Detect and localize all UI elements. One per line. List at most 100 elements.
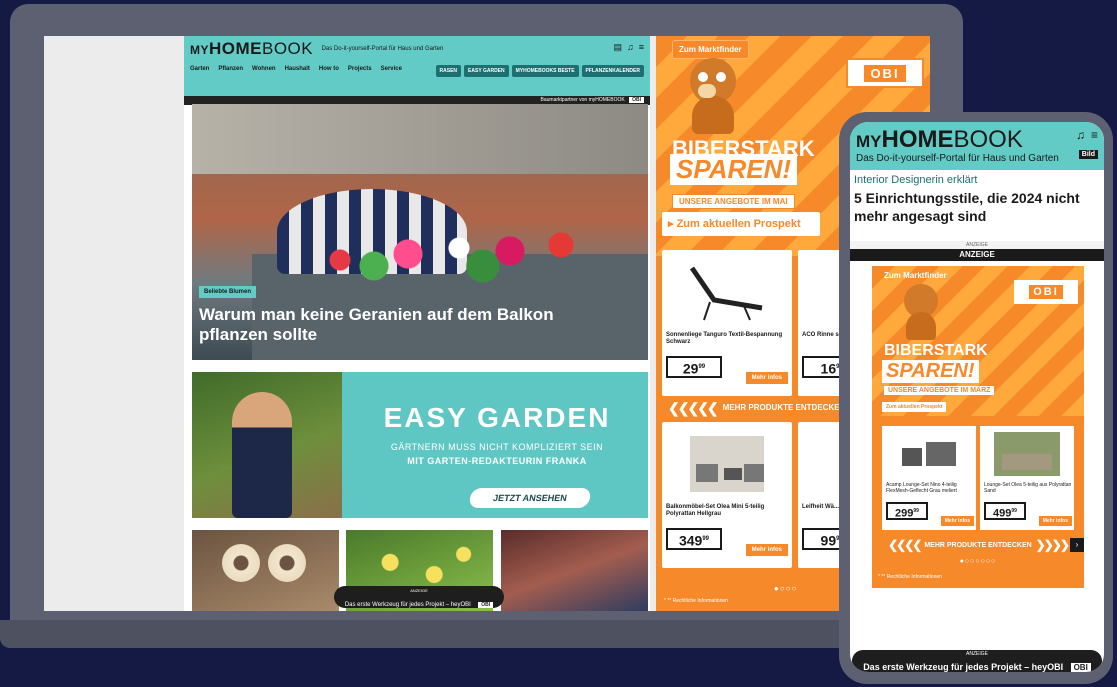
mobile-logo[interactable]: MYHOMEBOOK: [856, 126, 1023, 153]
nav-item-how-to[interactable]: How to: [319, 66, 339, 72]
nav-item-haushalt[interactable]: Haushalt: [285, 66, 310, 72]
topic-pills: RASEN EASY GARDEN MYHOMEBOOKS BESTE PFLA…: [435, 65, 644, 77]
mehr-infos-button[interactable]: Mehr infos: [745, 544, 788, 556]
chevrons-left-icon: ❮❮❮❮❮: [668, 400, 719, 416]
hero-article[interactable]: Beliebte Blumen Warum man keine Geranien…: [192, 104, 648, 360]
menu-icon[interactable]: ≡: [639, 42, 644, 53]
site-logo[interactable]: MYHOMEBOOK: [190, 39, 313, 59]
mobile-tagline: Das Do-it-yourself-Portal für Haus und G…: [856, 153, 1059, 164]
mobile-article-kicker[interactable]: Interior Designerin erklärt: [854, 174, 978, 186]
hero-image-flowers: [272, 224, 612, 284]
header-icons: ▤ ♫ ≡: [613, 42, 644, 53]
bottom-bar-label: ANZEIGE: [966, 651, 988, 657]
main-nav: Garten Pflanzen Wohnen Haushalt How to P…: [190, 66, 402, 72]
bottom-bar-obi-logo: OBI: [478, 602, 494, 608]
menu-icon[interactable]: ≡: [1091, 128, 1098, 142]
mobile-obi-ad[interactable]: Zum Marktfinder OBI BIBERSTARK SPAREN! U…: [872, 266, 1084, 588]
legal-info-link[interactable]: * ** Rechtliche Informationen: [878, 574, 942, 580]
toilet-roll-image: [222, 544, 260, 582]
partner-text: Baumarktpartner von myHOMEBOOK: [540, 97, 625, 103]
product-card[interactable]: Lounge-Set Olea 5-teilig aus Polyrattan …: [980, 426, 1074, 530]
partner-obi-logo[interactable]: OBI: [629, 97, 644, 103]
carousel-dots[interactable]: ●○○○: [774, 584, 797, 593]
nav-item-garten[interactable]: Garten: [190, 66, 209, 72]
easy-garden-subtitle: GÄRTNERN MUSS NICHT KOMPLIZIERT SEIN: [390, 442, 604, 452]
thumbnail-tv-show[interactable]: [501, 530, 648, 611]
prospekt-button[interactable]: ▸ Zum aktuellen Prospekt: [662, 212, 820, 236]
pill-easy-garden[interactable]: EASY GARDEN: [464, 65, 509, 77]
anzeige-label: ANZEIGE: [850, 241, 1104, 249]
pill-myhomebooks-beste[interactable]: MYHOMEBOOKS BESTE: [511, 65, 579, 77]
bell-icon[interactable]: ♫: [627, 42, 634, 53]
hero-image-sky: [192, 104, 648, 174]
mobile-article-headline[interactable]: 5 Einrichtungsstile, die 2024 nicht mehr…: [854, 189, 1094, 225]
easy-garden-banner[interactable]: EASY GARDEN GÄRTNERN MUSS NICHT KOMPLIZI…: [192, 372, 648, 518]
nav-item-pflanzen[interactable]: Pflanzen: [218, 66, 243, 72]
laptop-screen: MYHOMEBOOK Das Do-it-yourself-Portal für…: [44, 36, 930, 611]
mobile-obi-bottom-bar[interactable]: ANZEIGE Das erste Werkzeug für jedes Pro…: [852, 650, 1102, 672]
chevrons-left-icon: ❮❮❮❮: [888, 538, 922, 552]
marktfinder-button[interactable]: Zum Marktfinder: [672, 40, 749, 59]
phone-frame: MYHOMEBOOK ♫ ≡ Bild Das Do-it-yourself-P…: [839, 112, 1113, 684]
ad-headline: BIBERSTARK: [884, 342, 988, 359]
nav-item-projects[interactable]: Projects: [348, 66, 372, 72]
product-card[interactable]: Sonnenliege Tanguro Textil-Bespannung Sc…: [662, 250, 792, 396]
nav-item-service[interactable]: Service: [381, 66, 402, 72]
desktop-site: MYHOMEBOOK Das Do-it-yourself-Portal für…: [184, 36, 650, 611]
anzeige-bar: ANZEIGE: [850, 249, 1104, 261]
product-price: 49999: [984, 502, 1026, 520]
sun-lounger-image: [689, 266, 763, 321]
product-card[interactable]: Balkonmöbel-Set Olea Mini 5-teilig Polyr…: [662, 422, 792, 568]
mehr-infos-button[interactable]: Mehr infos: [940, 516, 974, 526]
product-name: Sonnenliege Tanguro Textil-Bespannung Sc…: [666, 332, 783, 345]
product-price: 29999: [886, 502, 928, 520]
product-name: Lounge-Set Olea 5-teilig aus Polyrattan …: [984, 482, 1072, 494]
easy-garden-title: EASY GARDEN: [383, 402, 611, 433]
mehr-infos-button[interactable]: Mehr infos: [745, 372, 788, 384]
site-header: MYHOMEBOOK Das Do-it-yourself-Portal für…: [184, 36, 650, 96]
product-name: Balkonmöbel-Set Olea Mini 5-teilig Polyr…: [666, 504, 765, 517]
beaver-mascot-icon: [898, 284, 944, 340]
toilet-roll-image: [268, 544, 306, 582]
easy-garden-person: [232, 392, 292, 518]
bild-badge[interactable]: Bild: [1078, 150, 1098, 159]
bottom-bar-text: Das erste Werkzeug für jedes Projekt – h…: [863, 662, 1064, 672]
product-price: 34999: [666, 528, 722, 550]
hero-badge[interactable]: Beliebte Blumen: [199, 286, 257, 298]
obi-logo[interactable]: OBI: [1014, 280, 1078, 304]
nav-item-wohnen[interactable]: Wohnen: [252, 66, 276, 72]
lounge-set-image: [994, 432, 1060, 476]
mobile-header-icons: ♫ ≡: [1076, 128, 1098, 142]
mehr-infos-button[interactable]: Mehr infos: [1038, 516, 1072, 526]
ad-headline-sparen: SPAREN!: [670, 154, 798, 185]
lounge-set-image: [902, 442, 956, 466]
product-name: Acamp Lounge-Set Nino 4-teilig FlexMesh-…: [886, 482, 957, 494]
next-arrow-button[interactable]: ›: [1070, 538, 1084, 552]
balcony-set-image: [690, 436, 764, 492]
beaver-mascot-icon: [682, 58, 744, 134]
obi-logo[interactable]: OBI: [846, 58, 924, 88]
jetzt-ansehen-button[interactable]: JETZT ANSEHEN: [468, 488, 592, 508]
legal-info-link[interactable]: * ** Rechtliche Informationen: [664, 598, 728, 604]
bild-icon[interactable]: ▤: [613, 42, 622, 53]
easy-garden-subtitle-2: MIT GARTEN-REDAKTEURIN FRANKA: [407, 456, 587, 466]
marktfinder-button[interactable]: Zum Marktfinder: [880, 268, 951, 283]
prospekt-button[interactable]: Zum aktuellen Prospekt: [882, 402, 947, 412]
thumbnail-toilet-paper[interactable]: [192, 530, 339, 611]
ad-offers-label: UNSERE ANGEBOTE IM MAI: [672, 194, 795, 209]
carousel-dots[interactable]: ●○○○○○○: [872, 558, 1084, 565]
desktop-obi-bottom-bar[interactable]: ANZEIGE Das erste Werkzeug für jedes Pro…: [334, 586, 504, 608]
pill-pflanzenkalender[interactable]: PFLANZENKALENDER: [581, 65, 644, 77]
mobile-header: MYHOMEBOOK ♫ ≡ Bild Das Do-it-yourself-P…: [850, 122, 1104, 170]
chevrons-right-icon: ❯❯❯❯: [1035, 538, 1070, 552]
bottom-bar-label: ANZEIGE: [410, 588, 428, 593]
laptop-base: [0, 620, 983, 648]
product-card[interactable]: Acamp Lounge-Set Nino 4-teilig FlexMesh-…: [882, 426, 976, 530]
bottom-bar-obi-logo: OBI: [1070, 663, 1091, 672]
bell-icon[interactable]: ♫: [1076, 128, 1085, 142]
pill-rasen[interactable]: RASEN: [435, 65, 462, 77]
site-tagline: Das Do-it-yourself-Portal für Haus und G…: [321, 46, 444, 52]
bottom-bar-text: Das erste Werkzeug für jedes Projekt – h…: [344, 602, 471, 608]
hero-title[interactable]: Warum man keine Geranien auf dem Balkon …: [199, 305, 619, 345]
more-products-link[interactable]: ❮❮❮❮ MEHR PRODUKTE ENTDECKEN ❯❯❯❯: [872, 538, 1084, 552]
